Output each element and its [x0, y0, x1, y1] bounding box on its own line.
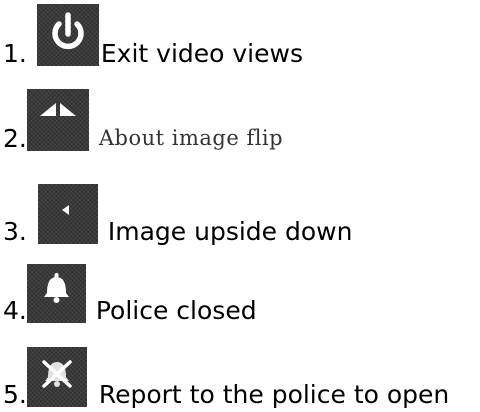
bell-icon	[26, 264, 86, 323]
list-item-report-police-open: 5. Report to the police to open	[0, 347, 449, 407]
item-label: About image flip	[98, 126, 284, 150]
bell-muted-icon	[26, 347, 87, 407]
item-number: 1.	[3, 39, 27, 68]
arrow-left-icon	[37, 184, 98, 244]
list-item-exit-video: 1. Exit video views	[0, 4, 303, 66]
item-number: 5.	[3, 380, 27, 409]
item-number: 2.	[3, 124, 27, 153]
item-number: 3.	[3, 217, 27, 246]
list-item-upside-down: 3. Image upside down	[0, 184, 352, 244]
item-label: Report to the police to open	[98, 380, 450, 409]
item-number: 4.	[3, 296, 27, 325]
item-label: Police closed	[95, 296, 257, 325]
list-item-police-closed: 4. Police closed	[0, 264, 257, 323]
flip-horizontal-icon	[26, 89, 89, 151]
item-label: Image upside down	[107, 217, 353, 246]
item-label: Exit video views	[100, 39, 303, 68]
list-item-image-flip: 2. About image flip	[0, 89, 283, 151]
power-icon	[36, 4, 99, 66]
